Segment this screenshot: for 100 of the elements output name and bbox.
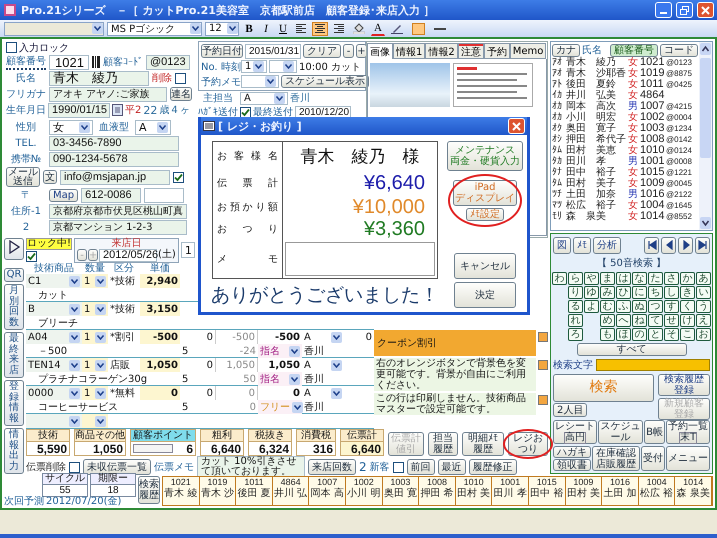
kana-key[interactable]: わ [552,272,567,285]
recent-customer-cell[interactable]: 1019 青木 沙 [200,477,236,505]
rank-dropdown[interactable]: A [302,386,344,400]
align-button[interactable] [293,22,309,36]
customer-name[interactable]: 岡本 高次 [566,101,628,112]
menu-button[interactable]: ハガキ [553,446,591,458]
mail-checkbox[interactable] [173,172,184,182]
menu-button[interactable]: 在庫確認店販履歴 [592,446,640,471]
zip-field[interactable]: 612-0086 [81,188,142,202]
recent-customer-cell[interactable]: 1016 土田 加 [602,477,639,505]
side-button[interactable]: 情報出力 [4,428,24,474]
customer-name[interactable]: 後田 夏鈴 [566,79,628,90]
product-code-dropdown[interactable]: A04 [26,330,82,344]
kana-key[interactable]: も [600,328,615,341]
customer-name[interactable]: 小川 明宏 [566,112,628,123]
format-button[interactable]: B [242,22,256,36]
send-mail-button[interactable]: メール送信 [6,167,40,187]
lock-checkbox[interactable] [26,251,37,262]
map-button[interactable]: Map [49,188,78,202]
fill-color-button[interactable] [350,22,368,36]
memo-field[interactable] [285,242,435,276]
kana-key[interactable]: へ [616,314,631,327]
name-field[interactable]: 青木 綾乃 [49,70,149,86]
customer-name[interactable]: 青木 綾乃 [566,57,628,68]
product-code-dropdown[interactable]: 0000 [26,386,82,400]
quantity-dropdown[interactable]: 1 [82,358,108,372]
kana-key[interactable]: ね [632,314,647,327]
cancel-button[interactable]: キャンセル [454,253,516,279]
tool-button[interactable]: ﾒﾓ [573,236,591,254]
clear-button[interactable]: クリア [303,44,341,58]
kana-key[interactable]: よ [584,300,599,313]
quantity-dropdown[interactable]: 1 [82,386,108,400]
tel-field[interactable]: 03-3456-7890 [49,136,179,150]
kana-key[interactable]: と [648,328,663,341]
recent-customer-cell[interactable]: 1010 田村 美 [456,477,492,505]
color-button[interactable] [538,332,548,342]
time-dropdown[interactable] [269,60,297,73]
customer-name[interactable]: 田村 美子 [566,178,628,189]
menu-button[interactable]: スケジュール [598,420,644,444]
step-button[interactable]: + [356,44,367,58]
kana-key[interactable]: ち [648,286,663,299]
kana-key[interactable]: う [696,300,711,313]
search-history-button[interactable]: 検索履歴登録 [658,374,710,396]
quantity-dropdown[interactable]: 1 [82,302,108,316]
kana-key[interactable]: え [696,314,711,327]
reservation-date-button[interactable]: 予約日付 [201,44,243,58]
recent-customer-cell[interactable]: 1001 田川 孝 [492,477,529,505]
input-lock-checkbox[interactable] [6,42,17,53]
history-button[interactable]: 前回 [406,459,435,475]
format-button[interactable]: U [276,22,290,36]
delete-slip-checkbox[interactable] [69,462,80,472]
kana-key[interactable]: ぬ [632,300,647,313]
product-code-dropdown[interactable]: B [26,302,82,316]
customer-name[interactable]: 田川 孝 [566,156,628,167]
color-button[interactable] [538,395,548,405]
kana-key[interactable]: け [680,314,695,327]
kana-key[interactable]: ろ [568,328,583,341]
recent-customer-cell[interactable]: 1015 田中 裕 [528,477,566,505]
quantity-dropdown[interactable]: 1 [82,274,108,288]
kana-key[interactable]: は [616,272,631,285]
customer-name[interactable]: 押田 希代子 [566,134,628,145]
kana-key[interactable]: ま [600,272,615,285]
tab[interactable]: 予約 [484,43,510,59]
kana-key[interactable]: た [648,272,663,285]
side-button[interactable]: QR [4,268,24,282]
recent-customer-cell[interactable]: 1003 奥田 寛 [382,477,420,505]
main-staff-dropdown[interactable]: A [240,92,288,104]
customer-name[interactable]: 奥田 寛子 [566,123,628,134]
step-button[interactable]: - [343,44,354,58]
navigation-button[interactable] [661,236,676,254]
rank-dropdown[interactable]: A [302,330,344,344]
kana-key[interactable]: こ [680,328,695,341]
recent-customer-cell[interactable]: 1002 小川 明 [346,477,383,505]
customer-name[interactable]: 田村 美恵 [566,145,628,156]
customer-name[interactable]: 青木 沙耶香 [566,68,628,79]
address-lookup-field[interactable] [144,188,184,202]
history-button[interactable]: 最近 [438,459,466,475]
side-button[interactable]: 最終来店 [4,332,24,378]
action-button[interactable]: 担当履歴 [428,432,458,456]
recent-customer-cell[interactable]: 1011 後田 夏 [236,477,273,505]
birthdate-field[interactable]: 1990/01/15 [48,102,110,118]
restore-button[interactable] [676,2,693,18]
postcard-checkbox[interactable] [240,106,251,118]
align-button[interactable] [312,22,328,36]
sex-dropdown[interactable]: 女 [49,120,93,134]
close-button[interactable] [697,2,714,18]
visit-count-button[interactable]: 来店回数 [308,459,356,475]
align-button[interactable] [331,22,347,36]
kana-key[interactable]: き [680,286,695,299]
font-size-dropdown[interactable]: 12 [205,22,239,36]
recent-customer-cell[interactable]: 1008 押田 希 [419,477,456,505]
blood-type-dropdown[interactable]: A [135,120,171,134]
customer-code-field[interactable]: @0123 [146,54,190,70]
search-text-field[interactable] [596,359,710,371]
all-button[interactable]: すべて [576,343,686,356]
kana-key[interactable]: み [600,286,615,299]
kana-key[interactable]: な [632,272,647,285]
recent-customer-cell[interactable]: 1014 森 泉美 [675,477,712,505]
kana-key[interactable]: い [696,286,711,299]
kana-key[interactable]: つ [648,300,663,313]
